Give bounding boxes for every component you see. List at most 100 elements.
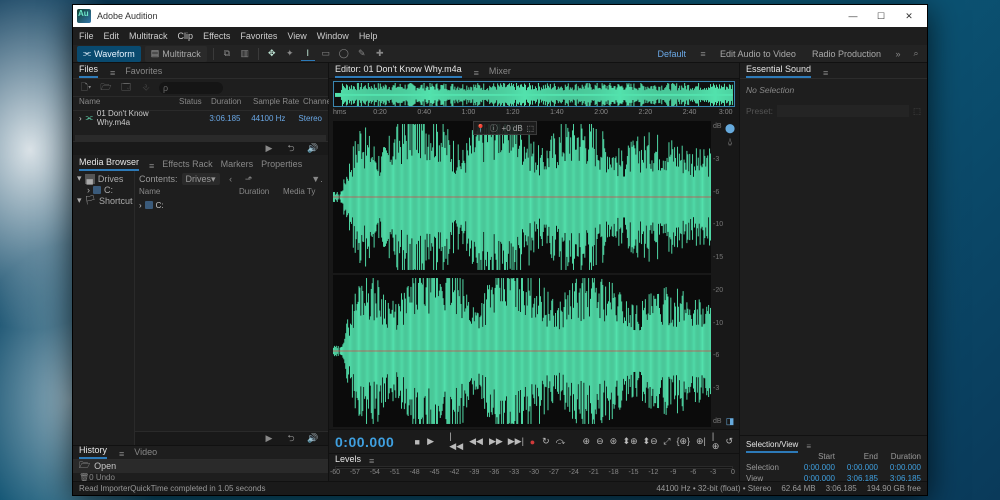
rewind-button[interactable]: ◀◀ [469,435,483,449]
loop-button[interactable]: ↻ [542,435,550,449]
preview-play-icon[interactable]: ▶ [262,142,276,156]
mb-col-duration[interactable]: Duration [239,187,283,199]
workspace-menu-icon[interactable]: ≡ [696,47,710,61]
go-to-prev-button[interactable]: |◀◀ [449,435,463,449]
channel-right[interactable] [333,275,711,427]
col-duration[interactable]: Duration [211,97,253,110]
file-row[interactable]: › ⫘ 01 Don't Know Why.m4a 3:06.185 44100… [73,111,328,125]
forward-button[interactable]: ▶▶ [489,435,503,449]
insert-clip-icon[interactable]: ⎀ [139,81,153,95]
disclosure-icon[interactable]: › [79,114,82,123]
mode-waveform[interactable]: ⫘ Waveform [77,46,141,62]
zoom-selection-button[interactable]: {⊕} [676,435,690,449]
zoom-out-point-button[interactable]: |⊕ [712,435,720,449]
mb-autoplay-icon[interactable]: 🔊 [306,432,320,446]
hud-fx-icon[interactable]: ⓘ [490,123,498,134]
zoom-to-marker-button[interactable]: ↺ [725,435,733,449]
menu-view[interactable]: View [287,31,306,41]
tree-drive-c[interactable]: ›C: [77,184,130,195]
razor-tool-icon[interactable]: ✦ [283,47,297,61]
lasso-tool-icon[interactable]: ◯ [337,47,351,61]
sv-sel-start[interactable]: 0:00.000 [798,463,835,472]
zoom-out-amp-button[interactable]: ⬍⊖ [643,435,657,449]
close-button[interactable]: ✕ [895,5,923,27]
tab-selection-view[interactable]: Selection/View [746,440,798,453]
tab-media-browser[interactable]: Media Browser [79,157,139,171]
channel-left[interactable] [333,121,711,273]
move-tool-icon[interactable]: ✥ [265,47,279,61]
contents-dropdown[interactable]: Drives ▾ [182,173,220,185]
go-to-next-button[interactable]: ▶▶| [509,435,523,449]
files-panel-menu-icon[interactable]: ≡ [110,68,115,78]
zoom-reset-button[interactable]: ⊛ [610,435,618,449]
pan-icon[interactable]: ⍙ [727,136,732,147]
skip-selection-button[interactable]: ⤼ [556,435,566,449]
hud-pan-icon[interactable]: ⬚ [527,124,535,133]
waveform-editor[interactable]: 📍 ⓘ +0 dB ⬚ dB-3 -6-10 -15-20 [333,121,735,427]
zoom-in-amp-button[interactable]: ⬍⊕ [623,435,637,449]
menu-favorites[interactable]: Favorites [240,31,277,41]
hud-overlay[interactable]: 📍 ⓘ +0 dB ⬚ [473,121,537,135]
hud-toggle-icon[interactable]: ⧉ [220,47,234,61]
spectral-toggle-icon[interactable]: ▥ [238,47,252,61]
record-button[interactable]: ● [529,435,536,449]
new-file-icon[interactable]: 🗋▾ [79,81,93,95]
zoom-full-button[interactable]: ⤢ [663,435,670,449]
menu-file[interactable]: File [79,31,94,41]
selection-view-menu-icon[interactable]: ≡ [806,442,811,451]
col-status[interactable]: Status [179,97,211,110]
mb-up-icon[interactable]: ⬏ [242,172,256,186]
mb-row[interactable]: › C: [135,199,328,211]
minimize-button[interactable]: — [839,5,867,27]
maximize-button[interactable]: ☐ [867,5,895,27]
title-bar[interactable]: Adobe Audition — ☐ ✕ [73,5,927,27]
preview-autoplay-icon[interactable]: 🔊 [306,142,320,156]
tab-properties[interactable]: Properties [261,159,302,171]
mb-filter-icon[interactable]: ▼. [310,172,324,186]
history-menu-icon[interactable]: ≡ [119,449,124,459]
col-samplerate[interactable]: Sample Rate [253,97,303,110]
files-search-input[interactable]: ρ [159,82,223,94]
media-browser-menu-icon[interactable]: ≡ [149,161,154,171]
menu-window[interactable]: Window [317,31,349,41]
hud-pin-icon[interactable]: 📍 [476,124,486,133]
sv-sel-end[interactable]: 0:00.000 [841,463,878,472]
mb-play-icon[interactable]: ▶ [262,432,276,446]
tree-drives[interactable]: ▾▄Drives [77,173,130,184]
open-file-icon[interactable]: 🗁 [99,81,113,95]
tab-mixer[interactable]: Mixer [489,66,511,78]
mb-col-mediatype[interactable]: Media Ty [283,187,315,199]
tab-essential-sound[interactable]: Essential Sound [746,64,811,78]
menu-clip[interactable]: Clip [178,31,194,41]
levels-menu-icon[interactable]: ≡ [369,456,374,466]
essential-sound-menu-icon[interactable]: ≡ [823,68,828,78]
tab-files[interactable]: Files [79,64,98,78]
channel-r-icon[interactable]: ◨ [726,416,735,427]
zoom-in-time-button[interactable]: ⊕ [583,435,591,449]
import-icon[interactable]: 🗔 [119,81,133,95]
editor-menu-icon[interactable]: ≡ [474,68,479,78]
menu-effects[interactable]: Effects [203,31,230,41]
waveform-overview[interactable] [333,81,735,107]
channel-l-icon[interactable]: ⬤ [725,123,735,134]
timecode-display[interactable]: 0:00.000 [335,434,394,450]
mb-back-icon[interactable]: ‹ [224,172,238,186]
menu-help[interactable]: Help [359,31,378,41]
tab-markers[interactable]: Markers [221,159,254,171]
history-item[interactable]: 🗁 Open [73,460,328,472]
menu-multitrack[interactable]: Multitrack [129,31,168,41]
tab-effects-rack[interactable]: Effects Rack [162,159,212,171]
tab-editor[interactable]: Editor: 01 Don't Know Why.m4a [335,64,462,78]
tab-video[interactable]: Video [134,447,157,459]
workspace-overflow-icon[interactable]: » [891,47,905,61]
preview-loop-icon[interactable]: ⮌ [284,142,298,156]
workspace-edit-audio-video[interactable]: Edit Audio to Video [714,47,802,61]
menu-edit[interactable]: Edit [104,31,120,41]
mode-multitrack[interactable]: ▤ Multitrack [145,46,207,62]
preset-dropdown[interactable] [777,105,909,117]
mb-loop-icon[interactable]: ⮌ [284,432,298,446]
sv-sel-duration[interactable]: 0:00.000 [884,463,921,472]
tab-history[interactable]: History [79,445,107,459]
stop-button[interactable]: ■ [414,435,421,449]
search-help-icon[interactable]: ⌕ [909,47,923,61]
